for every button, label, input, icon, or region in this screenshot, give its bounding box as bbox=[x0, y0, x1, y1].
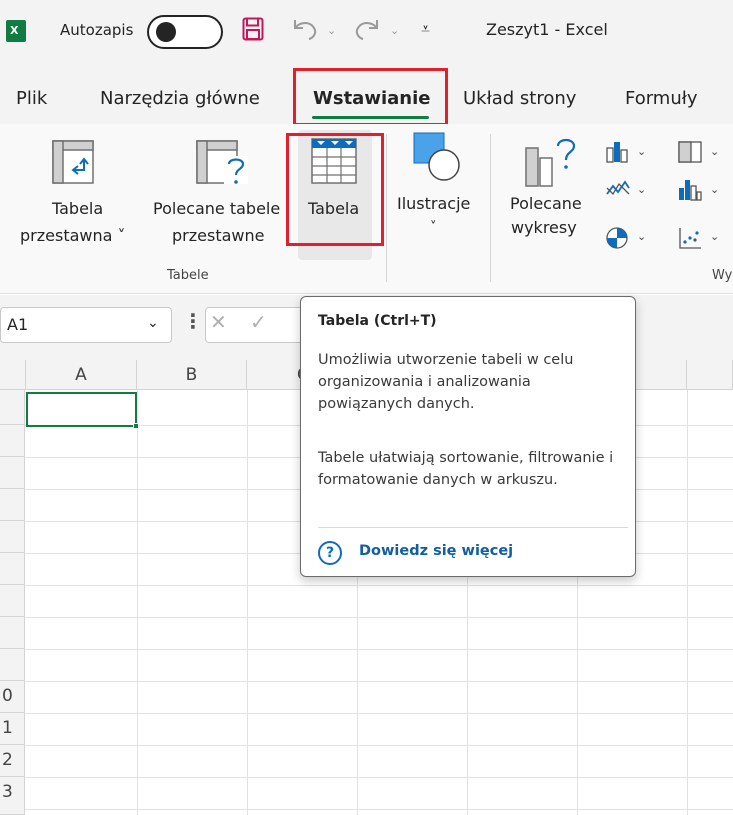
pie-chart-chevron-icon[interactable]: ⌄ bbox=[637, 230, 646, 243]
column-chart-icon[interactable] bbox=[605, 140, 631, 164]
grid-line bbox=[25, 649, 733, 650]
hierarchy-chart-chevron-icon[interactable]: ⌄ bbox=[710, 145, 719, 158]
learn-more-link[interactable]: Dowiedz się więcej bbox=[359, 543, 513, 559]
grid-line bbox=[247, 390, 248, 815]
row-header[interactable] bbox=[0, 390, 25, 425]
charts-group-label: Wy bbox=[712, 268, 733, 283]
pivot-table-icon bbox=[52, 140, 94, 184]
grid-line bbox=[25, 617, 733, 618]
undo-icon[interactable] bbox=[289, 16, 319, 42]
row-header[interactable] bbox=[0, 617, 25, 649]
column-header-b[interactable]: B bbox=[137, 360, 247, 390]
illustrations-label: Ilustracje bbox=[397, 194, 471, 213]
customize-toolbar-icon[interactable]: ⩡ bbox=[421, 19, 430, 39]
toggle-knob bbox=[156, 22, 176, 42]
recommended-charts-icon bbox=[525, 138, 576, 187]
grid-line bbox=[25, 777, 733, 778]
grid-line bbox=[137, 390, 138, 815]
document-title: Zeszyt1 - Excel bbox=[486, 20, 608, 39]
table-tooltip: Tabela (Ctrl+T) Umożliwia utworzenie tab… bbox=[300, 296, 636, 577]
tooltip-description-2: Tabele ułatwiają sortowanie, filtrowanie… bbox=[318, 450, 614, 488]
grid-line bbox=[25, 681, 733, 682]
recommended-charts-label-1: Polecane bbox=[510, 194, 582, 213]
redo-dropdown-chevron-icon[interactable]: ⌄ bbox=[390, 24, 399, 37]
select-all-corner[interactable] bbox=[0, 360, 26, 390]
row-header[interactable] bbox=[0, 457, 25, 489]
statistic-chart-icon[interactable] bbox=[677, 178, 703, 202]
grid-line bbox=[25, 713, 733, 714]
row-header[interactable] bbox=[0, 585, 25, 617]
grid-line bbox=[687, 390, 688, 815]
help-icon[interactable]: ? bbox=[318, 541, 342, 565]
illustrations-icon bbox=[413, 132, 460, 181]
row-header[interactable] bbox=[0, 521, 25, 553]
recommended-pivot-label-1: Polecane tabele bbox=[153, 199, 281, 218]
tab-file[interactable]: Plik bbox=[16, 88, 47, 109]
tab-formulas[interactable]: Formuły bbox=[625, 88, 698, 109]
save-icon[interactable] bbox=[242, 17, 264, 41]
fill-handle[interactable] bbox=[133, 423, 139, 429]
recommended-pivot-label-2: przestawne bbox=[172, 226, 265, 245]
row-header[interactable]: 3 bbox=[0, 777, 25, 815]
name-box[interactable]: A1 ⌄ bbox=[0, 307, 172, 343]
active-cell-a1[interactable] bbox=[26, 392, 137, 427]
pie-chart-icon[interactable] bbox=[605, 226, 631, 250]
highlight-box-insert-tab bbox=[293, 68, 448, 126]
tables-group-label: Tabele bbox=[167, 268, 209, 283]
name-box-chevron-icon[interactable]: ⌄ bbox=[147, 315, 159, 331]
title-bar: X Autozapis ⌄ ⌄ ⩡ Zeszyt1 - Excel bbox=[0, 0, 733, 62]
tab-home[interactable]: Narzędzia główne bbox=[100, 88, 260, 109]
row-header[interactable] bbox=[0, 553, 25, 585]
row-header[interactable] bbox=[0, 425, 25, 457]
column-header[interactable] bbox=[687, 360, 733, 390]
recommended-charts-label-2: wykresy bbox=[511, 218, 577, 237]
line-chart-chevron-icon[interactable]: ⌄ bbox=[637, 183, 646, 196]
cancel-icon[interactable]: ✕ bbox=[210, 310, 227, 334]
tooltip-title: Tabela (Ctrl+T) bbox=[318, 313, 437, 329]
autosave-toggle[interactable] bbox=[147, 15, 223, 49]
redo-icon[interactable] bbox=[353, 16, 383, 42]
excel-window: X Autozapis ⌄ ⌄ ⩡ Zeszyt1 - Excel Plik N… bbox=[0, 0, 733, 815]
column-header-a[interactable]: A bbox=[26, 360, 137, 390]
tooltip-divider bbox=[318, 527, 628, 528]
row-header[interactable]: 0 bbox=[0, 681, 25, 713]
recommended-pivot-icon bbox=[196, 140, 248, 184]
illustrations-dropdown-chevron-icon: ˅ bbox=[430, 220, 437, 235]
highlight-box-table-button bbox=[286, 133, 384, 246]
column-chart-chevron-icon[interactable]: ⌄ bbox=[637, 145, 646, 158]
autosave-label: Autozapis bbox=[60, 21, 134, 39]
grid-line bbox=[25, 745, 733, 746]
pivot-table-label-1: Tabela bbox=[52, 199, 104, 218]
scatter-chart-chevron-icon[interactable]: ⌄ bbox=[710, 230, 719, 243]
tab-page-layout[interactable]: Układ strony bbox=[463, 88, 576, 109]
pivot-table-label-2: przestawna ˅ bbox=[20, 226, 126, 245]
statistic-chart-chevron-icon[interactable]: ⌄ bbox=[710, 183, 719, 196]
hierarchy-chart-icon[interactable] bbox=[677, 140, 703, 164]
ribbon-separator bbox=[386, 134, 387, 282]
grid-line bbox=[25, 809, 733, 810]
row-header[interactable] bbox=[0, 489, 25, 521]
ribbon-separator bbox=[490, 134, 491, 282]
name-box-value: A1 bbox=[7, 315, 29, 334]
row-header[interactable]: 2 bbox=[0, 745, 25, 777]
undo-dropdown-chevron-icon[interactable]: ⌄ bbox=[327, 24, 336, 37]
line-chart-icon[interactable] bbox=[605, 178, 631, 200]
scatter-chart-icon[interactable] bbox=[677, 226, 703, 250]
tooltip-description: Umożliwia utworzenie tabeli w celu organ… bbox=[318, 352, 574, 412]
row-header[interactable]: 1 bbox=[0, 713, 25, 745]
confirm-icon[interactable]: ✓ bbox=[250, 310, 267, 334]
row-header[interactable] bbox=[0, 649, 25, 681]
more-options-icon[interactable]: ⋮ bbox=[183, 309, 203, 333]
grid-line bbox=[25, 585, 733, 586]
excel-logo-icon: X bbox=[6, 20, 26, 42]
